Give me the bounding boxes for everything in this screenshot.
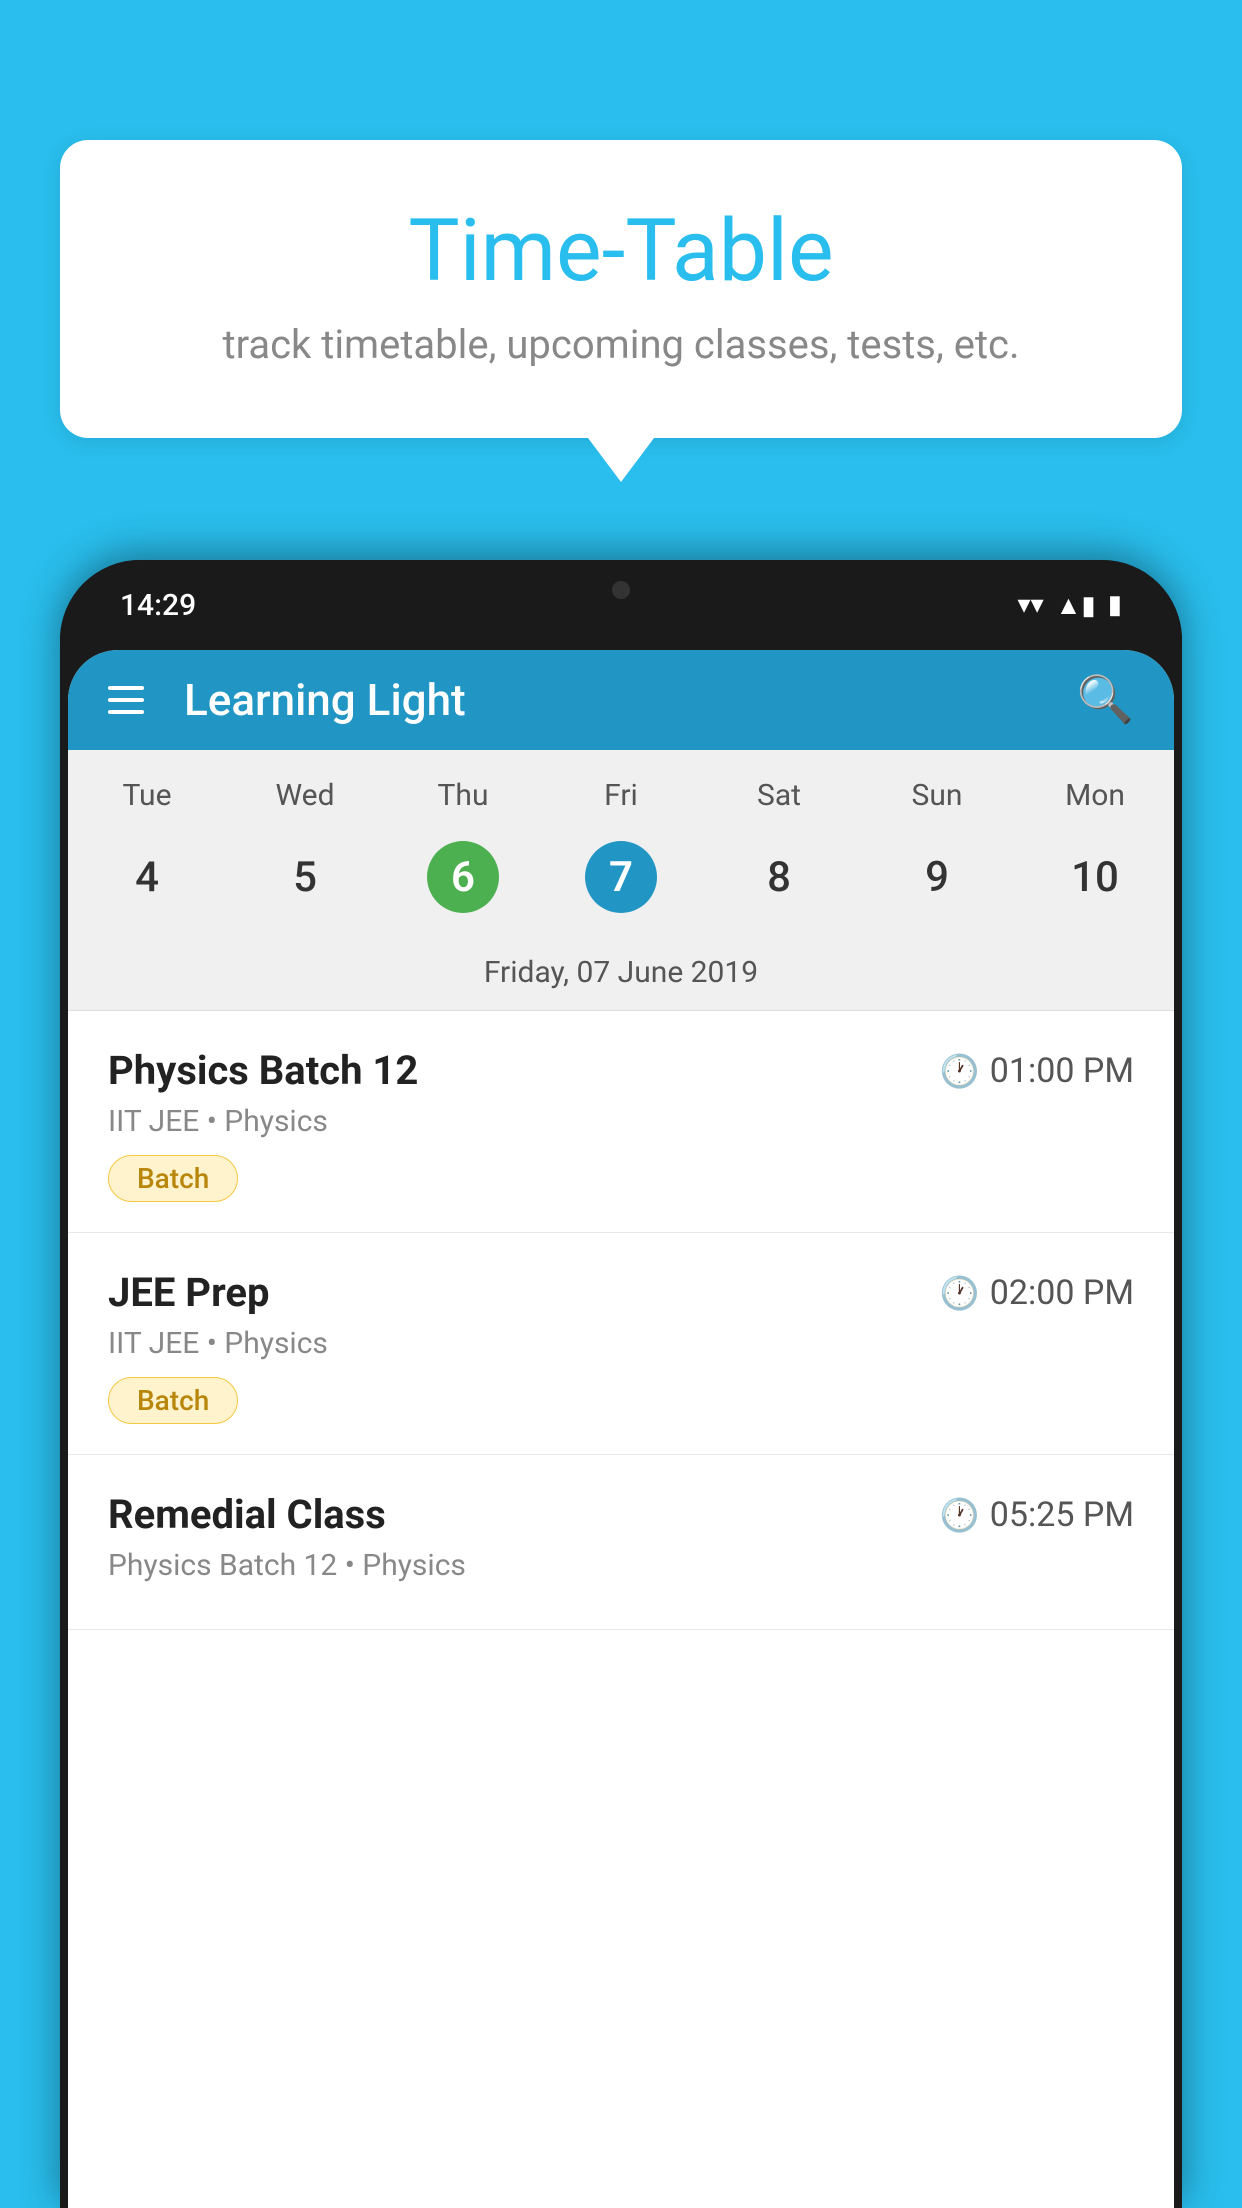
schedule-item-3-time: 🕐 05:25 PM xyxy=(940,1495,1134,1535)
schedule-item-1-time: 🕐 01:00 PM xyxy=(940,1051,1134,1091)
day-4[interactable]: 4 xyxy=(68,829,226,925)
search-icon[interactable]: 🔍 xyxy=(1077,673,1134,727)
wifi-icon: ▾▾ xyxy=(1018,590,1044,620)
schedule-item-2-subtitle: IIT JEE • Physics xyxy=(108,1326,1134,1361)
schedule-item-1[interactable]: Physics Batch 12 🕐 01:00 PM IIT JEE • Ph… xyxy=(68,1011,1174,1233)
signal-icon: ▲▮ xyxy=(1056,590,1096,621)
calendar-strip: Tue Wed Thu Fri Sat Sun Mon 4 5 6 7 8 9 … xyxy=(68,750,1174,1011)
schedule-item-1-subtitle: IIT JEE • Physics xyxy=(108,1104,1134,1139)
status-time: 14:29 xyxy=(120,588,196,623)
schedule-item-2[interactable]: JEE Prep 🕐 02:00 PM IIT JEE • Physics Ba… xyxy=(68,1233,1174,1455)
day-circle-selected[interactable]: 7 xyxy=(585,841,657,913)
battery-icon: ▮ xyxy=(1108,590,1122,620)
schedule-item-1-title: Physics Batch 12 xyxy=(108,1047,418,1094)
phone-top-bar: 14:29 ▾▾ ▲▮ ▮ xyxy=(60,560,1182,650)
batch-tag-1: Batch xyxy=(108,1155,238,1202)
clock-icon-2: 🕐 xyxy=(940,1274,980,1312)
day-header-mon: Mon xyxy=(1016,770,1174,821)
day-header-sun: Sun xyxy=(858,770,1016,821)
speech-bubble: Time-Table track timetable, upcoming cla… xyxy=(60,140,1182,438)
schedule-list: Physics Batch 12 🕐 01:00 PM IIT JEE • Ph… xyxy=(68,1011,1174,1630)
phone-notch xyxy=(541,560,701,620)
day-5[interactable]: 5 xyxy=(226,829,384,925)
bubble-title: Time-Table xyxy=(140,200,1102,301)
day-circle-today[interactable]: 6 xyxy=(427,841,499,913)
day-header-sat: Sat xyxy=(700,770,858,821)
schedule-item-3-header: Remedial Class 🕐 05:25 PM xyxy=(108,1491,1134,1538)
schedule-item-3-subtitle: Physics Batch 12 • Physics xyxy=(108,1548,1134,1583)
day-6[interactable]: 6 xyxy=(384,829,542,925)
phone-screen: Learning Light 🔍 Tue Wed Thu Fri Sat Sun… xyxy=(68,650,1174,2208)
day-10[interactable]: 10 xyxy=(1016,829,1174,925)
schedule-item-1-header: Physics Batch 12 🕐 01:00 PM xyxy=(108,1047,1134,1094)
day-numbers: 4 5 6 7 8 9 10 xyxy=(68,829,1174,925)
app-bar: Learning Light 🔍 xyxy=(68,650,1174,750)
schedule-item-2-header: JEE Prep 🕐 02:00 PM xyxy=(108,1269,1134,1316)
clock-icon-3: 🕐 xyxy=(940,1496,980,1534)
batch-tag-2: Batch xyxy=(108,1377,238,1424)
phone-mockup: 14:29 ▾▾ ▲▮ ▮ Learning Light 🔍 Tue Wed xyxy=(60,560,1182,2208)
selected-date-label: Friday, 07 June 2019 xyxy=(68,941,1174,1011)
schedule-item-3-title: Remedial Class xyxy=(108,1491,386,1538)
day-header-fri: Fri xyxy=(542,770,700,821)
day-8[interactable]: 8 xyxy=(700,829,858,925)
app-title: Learning Light xyxy=(184,674,1077,726)
day-headers: Tue Wed Thu Fri Sat Sun Mon xyxy=(68,770,1174,821)
schedule-item-3[interactable]: Remedial Class 🕐 05:25 PM Physics Batch … xyxy=(68,1455,1174,1630)
day-header-wed: Wed xyxy=(226,770,384,821)
day-7[interactable]: 7 xyxy=(542,829,700,925)
speech-bubble-container: Time-Table track timetable, upcoming cla… xyxy=(60,140,1182,438)
clock-icon-1: 🕐 xyxy=(940,1052,980,1090)
bubble-subtitle: track timetable, upcoming classes, tests… xyxy=(140,321,1102,368)
status-icons: ▾▾ ▲▮ ▮ xyxy=(1018,590,1122,621)
schedule-item-2-time: 🕐 02:00 PM xyxy=(940,1273,1134,1313)
camera-dot xyxy=(612,581,630,599)
day-header-thu: Thu xyxy=(384,770,542,821)
schedule-item-2-title: JEE Prep xyxy=(108,1269,269,1316)
day-header-tue: Tue xyxy=(68,770,226,821)
menu-icon[interactable] xyxy=(108,686,144,714)
day-9[interactable]: 9 xyxy=(858,829,1016,925)
